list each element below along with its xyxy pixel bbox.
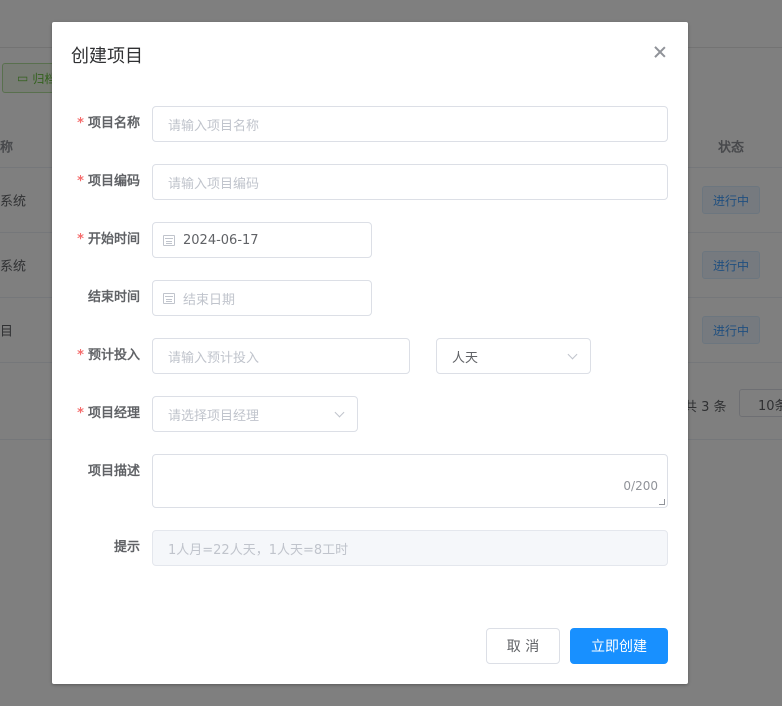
- char-counter: 0/200: [623, 479, 658, 493]
- create-project-dialog: 创建项目 * 项目名称 请输入项目名称 * 项目编码 请输入项目编码 * 开始时间 2…: [52, 22, 688, 684]
- calendar-icon: [163, 292, 175, 304]
- resize-handle[interactable]: [659, 499, 665, 505]
- manager-select[interactable]: 请选择项目经理: [152, 396, 358, 432]
- chevron-down-icon: [567, 349, 578, 360]
- estimate-unit-value: 人天: [452, 350, 479, 366]
- code-label: * 项目编码: [77, 174, 140, 189]
- start-date-value: 2024-06-17: [183, 232, 259, 248]
- calendar-icon: [163, 234, 175, 246]
- start-date-label: * 开始时间: [77, 232, 140, 247]
- required-star: *: [77, 116, 84, 131]
- close-icon[interactable]: [652, 44, 668, 60]
- required-star: *: [77, 232, 84, 247]
- project-code-placeholder: 请输入项目编码: [168, 176, 260, 192]
- estimate-input[interactable]: 请输入预计投入: [152, 338, 410, 374]
- hint-label: 提示: [113, 540, 140, 555]
- estimate-label: * 预计投入: [77, 348, 140, 363]
- end-date-picker[interactable]: 结束日期: [152, 280, 372, 316]
- cancel-button[interactable]: 取 消: [486, 628, 560, 664]
- hint-field: 1人月=22人天，1人天=8工时: [152, 530, 668, 566]
- hint-text: 1人月=22人天，1人天=8工时: [168, 542, 349, 558]
- chevron-down-icon: [334, 407, 345, 418]
- required-star: *: [77, 348, 84, 363]
- manager-placeholder: 请选择项目经理: [168, 408, 260, 424]
- create-button[interactable]: 立即创建: [570, 628, 668, 664]
- dialog-title: 创建项目: [71, 46, 143, 67]
- project-name-input[interactable]: 请输入项目名称: [152, 106, 668, 142]
- description-label: 项目描述: [87, 464, 140, 479]
- estimate-placeholder: 请输入预计投入: [168, 350, 260, 366]
- description-textarea[interactable]: 0/200: [152, 454, 668, 508]
- project-name-placeholder: 请输入项目名称: [168, 118, 260, 134]
- estimate-unit-select[interactable]: 人天: [436, 338, 591, 374]
- required-star: *: [77, 406, 84, 421]
- required-star: *: [77, 174, 84, 189]
- manager-label: * 项目经理: [77, 406, 140, 421]
- start-date-picker[interactable]: 2024-06-17: [152, 222, 372, 258]
- name-label: * 项目名称: [77, 116, 140, 131]
- project-code-input[interactable]: 请输入项目编码: [152, 164, 668, 200]
- end-date-placeholder: 结束日期: [183, 292, 236, 308]
- end-date-label: 结束时间: [87, 290, 140, 305]
